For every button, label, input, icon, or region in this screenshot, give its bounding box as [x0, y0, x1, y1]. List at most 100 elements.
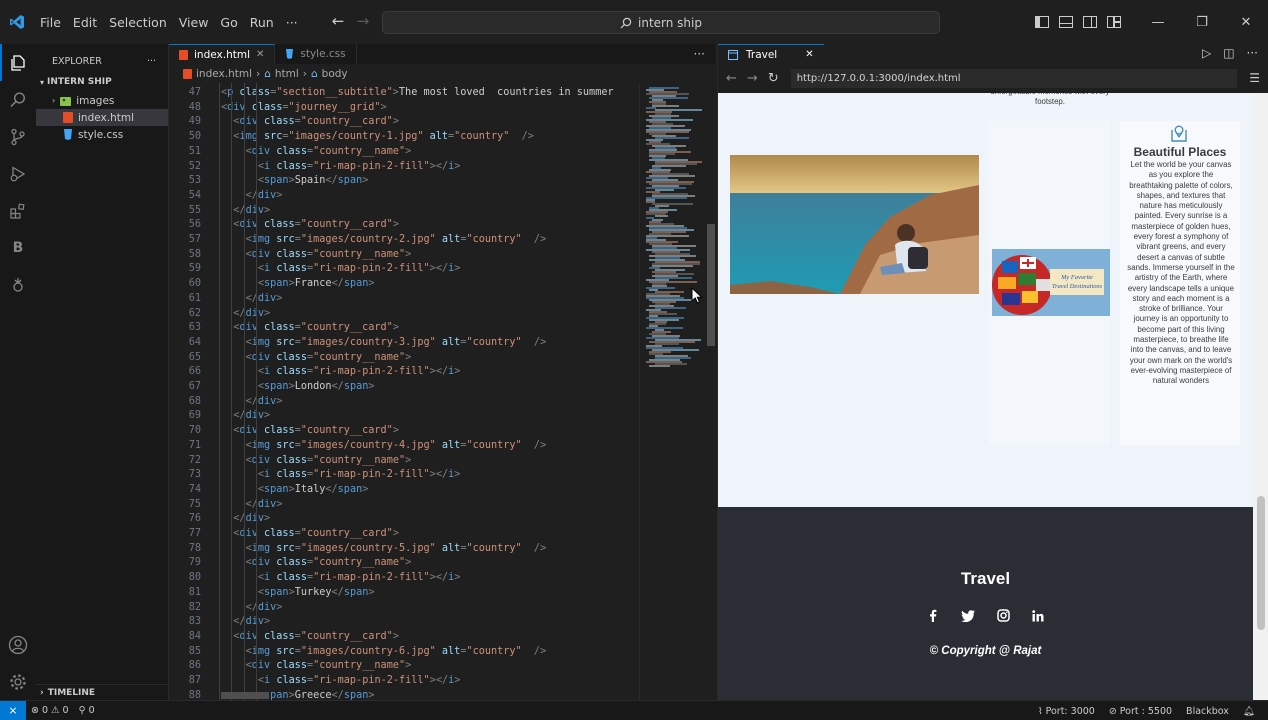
back-arrow-icon[interactable]: ← — [726, 71, 737, 86]
editor-vertical-scrollbar[interactable] — [707, 224, 715, 346]
menu-go[interactable]: Go — [214, 15, 243, 30]
page-scrollbar-thumb[interactable] — [1257, 496, 1265, 630]
editor-more-actions-icon[interactable]: ··· — [694, 47, 705, 61]
problems-indicator[interactable]: ⊗ 0 ⚠ 0 — [26, 705, 74, 716]
code-line[interactable]: 63 <div class="country__card"> — [169, 320, 639, 335]
close-window-icon[interactable]: ✕ — [1224, 0, 1268, 44]
remote-indicator-icon[interactable]: ⨯ — [0, 700, 26, 720]
code-line[interactable]: 59 <i class="ri-map-pin-2-fill"></i> — [169, 261, 639, 276]
project-section-header[interactable]: ▾ INTERN SHIP — [36, 72, 168, 92]
source-control-icon[interactable] — [0, 118, 36, 155]
url-bar[interactable]: http://127.0.0.1:3000/index.html — [790, 69, 1237, 88]
tree-item-style-css[interactable]: style.css — [36, 126, 168, 143]
blackbox-item[interactable]: Blackbox — [1181, 706, 1234, 717]
menu-run[interactable]: Run — [244, 15, 280, 30]
code-line[interactable]: 53 <span>Spain</span> — [169, 173, 639, 188]
page-viewport[interactable]: unforgettable memories with every footst… — [718, 93, 1253, 700]
editor-horizontal-scrollbar[interactable] — [221, 692, 269, 699]
code-line[interactable]: 57 <img src="images/country-2.jpg" alt="c… — [169, 232, 639, 247]
explorer-icon[interactable] — [0, 44, 36, 81]
code-line[interactable]: 72 <div class="country__name"> — [169, 453, 639, 468]
tree-item-index-html[interactable]: index.html — [36, 109, 168, 126]
code-line[interactable]: 80 <i class="ri-map-pin-2-fill"></i> — [169, 570, 639, 585]
blackbox-icon[interactable]: B — [0, 229, 36, 266]
back-arrow-icon[interactable]: ← — [325, 12, 351, 30]
forward-arrow-icon[interactable]: → — [747, 71, 758, 86]
restore-icon[interactable]: ❐ — [1180, 0, 1224, 44]
command-center-search[interactable]: intern ship — [382, 11, 940, 34]
more-actions-icon[interactable]: ··· — [1247, 46, 1258, 60]
breadcrumb-html[interactable]: html — [275, 68, 299, 80]
code-line[interactable]: 87 <i class="ri-map-pin-2-fill"></i> — [169, 673, 639, 688]
linkedin-icon[interactable] — [1031, 608, 1046, 623]
tree-item-images[interactable]: › images — [36, 92, 168, 109]
code-line[interactable]: 70 <div class="country__card"> — [169, 423, 639, 438]
notifications-bell-icon[interactable]: 🔔︎ — [1238, 706, 1260, 717]
toggle-panel-icon[interactable] — [1054, 0, 1078, 44]
code-line[interactable]: 66 <i class="ri-map-pin-2-fill"></i> — [169, 364, 639, 379]
tab-style-css[interactable]: style.css — [275, 44, 357, 64]
code-line[interactable]: 68 </div> — [169, 394, 639, 409]
breadcrumb-body[interactable]: body — [322, 68, 348, 80]
code-line[interactable]: 85 <img src="images/country-6.jpg" alt="c… — [169, 644, 639, 659]
code-line[interactable]: 62 </div> — [169, 306, 639, 321]
code-line[interactable]: 84 <div class="country__card"> — [169, 629, 639, 644]
settings-gear-icon[interactable] — [0, 663, 36, 700]
close-tab-icon[interactable]: ✕ — [805, 49, 813, 60]
code-line[interactable]: 54 </div> — [169, 188, 639, 203]
menu-more[interactable]: ··· — [280, 15, 304, 30]
code-line[interactable]: 64 <img src="images/country-3.jpg" alt="c… — [169, 335, 639, 350]
port-3000-item[interactable]: ⌇ Port: 3000 — [1033, 706, 1100, 717]
account-icon[interactable] — [0, 626, 36, 663]
code-line[interactable]: 81 <span>Turkey</span> — [169, 585, 639, 600]
code-line[interactable]: 75 </div> — [169, 497, 639, 512]
minimize-icon[interactable]: — — [1136, 0, 1180, 44]
code-line[interactable]: 83 </div> — [169, 614, 639, 629]
minimap[interactable] — [639, 83, 707, 700]
menu-selection[interactable]: Selection — [103, 15, 173, 30]
tab-index-html[interactable]: index.html ✕ — [169, 44, 276, 64]
run-icon[interactable]: ▷ — [1202, 46, 1211, 60]
code-line[interactable]: 82 </div> — [169, 600, 639, 615]
code-line[interactable]: 86 <div class="country__name"> — [169, 658, 639, 673]
code-line[interactable]: 49 <div class="country__card"> — [169, 114, 639, 129]
code-line[interactable]: 71 <img src="images/country-4.jpg" alt="c… — [169, 438, 639, 453]
code-line[interactable]: 79 <div class="country__name"> — [169, 555, 639, 570]
code-line[interactable]: 60 <span>France</span> — [169, 276, 639, 291]
hamburger-menu-icon[interactable]: ☰ — [1249, 71, 1260, 85]
code-line[interactable]: 78 <img src="images/country-5.jpg" alt="c… — [169, 541, 639, 556]
split-editor-icon[interactable]: ◫ — [1223, 46, 1234, 60]
code-editor[interactable]: 47 <p class="section__subtitle">The most … — [169, 83, 639, 700]
code-line[interactable]: 58 <div class="country__name"> — [169, 247, 639, 262]
code-line[interactable]: 48 <div class="journey__grid"> — [169, 100, 639, 115]
ports-indicator[interactable]: ⚲ 0 — [74, 705, 100, 716]
toggle-secondary-sidebar-icon[interactable] — [1078, 0, 1102, 44]
code-line[interactable]: 55 </div> — [169, 203, 639, 218]
tab-travel[interactable]: Travel ✕ — [718, 44, 824, 64]
explorer-more-icon[interactable]: ··· — [147, 56, 156, 67]
code-line[interactable]: 74 <span>Italy</span> — [169, 482, 639, 497]
close-tab-icon[interactable]: ✕ — [256, 49, 264, 60]
search-icon[interactable] — [0, 81, 36, 118]
reload-icon[interactable]: ↻ — [768, 71, 779, 86]
twitter-icon[interactable] — [961, 608, 976, 623]
code-line[interactable]: 50 <img src="images/country-1.jpg" alt="c… — [169, 129, 639, 144]
code-line[interactable]: 73 <i class="ri-map-pin-2-fill"></i> — [169, 467, 639, 482]
menu-file[interactable]: File — [34, 15, 67, 30]
code-line[interactable]: 56 <div class="country__card"> — [169, 217, 639, 232]
menu-edit[interactable]: Edit — [67, 15, 103, 30]
go-live-item[interactable]: ⊘ Port : 5500 — [1104, 706, 1177, 717]
instagram-icon[interactable] — [996, 608, 1011, 623]
menu-view[interactable]: View — [173, 15, 215, 30]
extensions-icon[interactable] — [0, 192, 36, 229]
code-line[interactable]: 69 </div> — [169, 408, 639, 423]
customize-layout-icon[interactable] — [1102, 0, 1126, 44]
breadcrumb-file[interactable]: index.html — [196, 68, 252, 80]
facebook-icon[interactable] — [926, 608, 941, 623]
code-line[interactable]: 61 </div> — [169, 291, 639, 306]
code-line[interactable]: 67 <span>London</span> — [169, 379, 639, 394]
remote-explorer-icon[interactable] — [0, 266, 36, 303]
code-line[interactable]: 51 <div class="country__name"> — [169, 144, 639, 159]
run-debug-icon[interactable] — [0, 155, 36, 192]
timeline-section[interactable]: › TIMELINE — [36, 684, 169, 700]
